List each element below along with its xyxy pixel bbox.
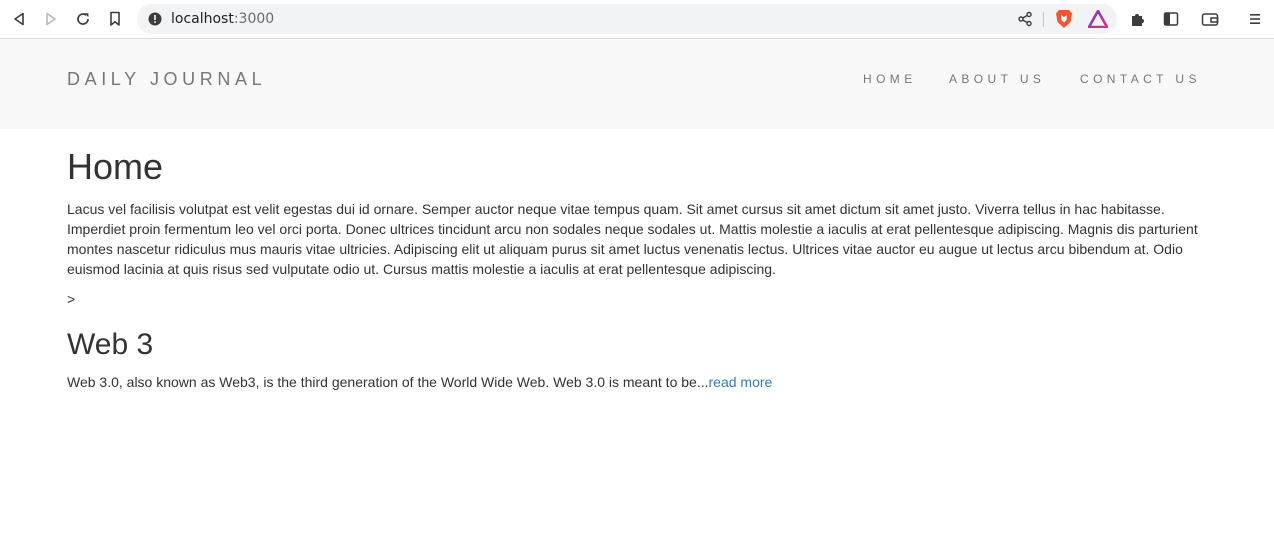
url-host: localhost xyxy=(171,11,234,27)
back-icon xyxy=(14,12,24,26)
post-excerpt-text: Web 3.0, also known as Web3, is the thir… xyxy=(67,374,709,390)
site-navbar: DAILY JOURNAL HOME ABOUT US CONTACT US xyxy=(0,39,1274,129)
page-title: Home xyxy=(67,146,164,187)
menu-icon xyxy=(1250,14,1260,24)
share-icon[interactable] xyxy=(1017,11,1033,27)
sidebar-icon xyxy=(1163,12,1179,26)
post-title: Web 3 xyxy=(67,328,154,361)
sidebar-button[interactable] xyxy=(1161,9,1181,29)
info-icon[interactable] xyxy=(148,12,162,26)
back-button[interactable] xyxy=(8,8,30,30)
forward-button[interactable] xyxy=(40,8,62,30)
nav-home-link[interactable]: HOME xyxy=(863,72,917,86)
address-bar[interactable]: localhost:3000 xyxy=(137,4,1117,34)
reload-button[interactable] xyxy=(72,8,94,30)
reload-icon xyxy=(77,13,89,25)
nav-contact-link[interactable]: CONTACT US xyxy=(1080,72,1201,86)
url-divider xyxy=(1043,12,1044,27)
wallet-button[interactable] xyxy=(1200,9,1220,29)
brand-link[interactable]: DAILY JOURNAL xyxy=(67,68,266,90)
url-port: :3000 xyxy=(233,11,275,27)
read-more-link[interactable]: read more xyxy=(709,374,773,390)
extensions-button[interactable] xyxy=(1128,9,1148,29)
url-text[interactable]: localhost:3000 xyxy=(171,11,274,27)
puzzle-icon xyxy=(1132,14,1144,26)
nav-about-link[interactable]: ABOUT US xyxy=(949,72,1045,86)
menu-button[interactable] xyxy=(1245,9,1265,29)
bookmark-icon xyxy=(110,11,120,26)
brave-rewards-icon[interactable] xyxy=(1088,10,1108,28)
forward-icon xyxy=(46,12,56,26)
browser-toolbar: localhost:3000 xyxy=(0,0,1274,39)
wallet-icon xyxy=(1201,13,1219,26)
stray-marker-text: > xyxy=(67,291,76,307)
bookmark-button[interactable] xyxy=(104,8,126,30)
intro-paragraph: Lacus vel facilisis volutpat est velit e… xyxy=(67,201,1198,277)
brave-shield-icon[interactable] xyxy=(1055,9,1073,29)
post-excerpt: Web 3.0, also known as Web3, is the thir… xyxy=(67,372,772,392)
